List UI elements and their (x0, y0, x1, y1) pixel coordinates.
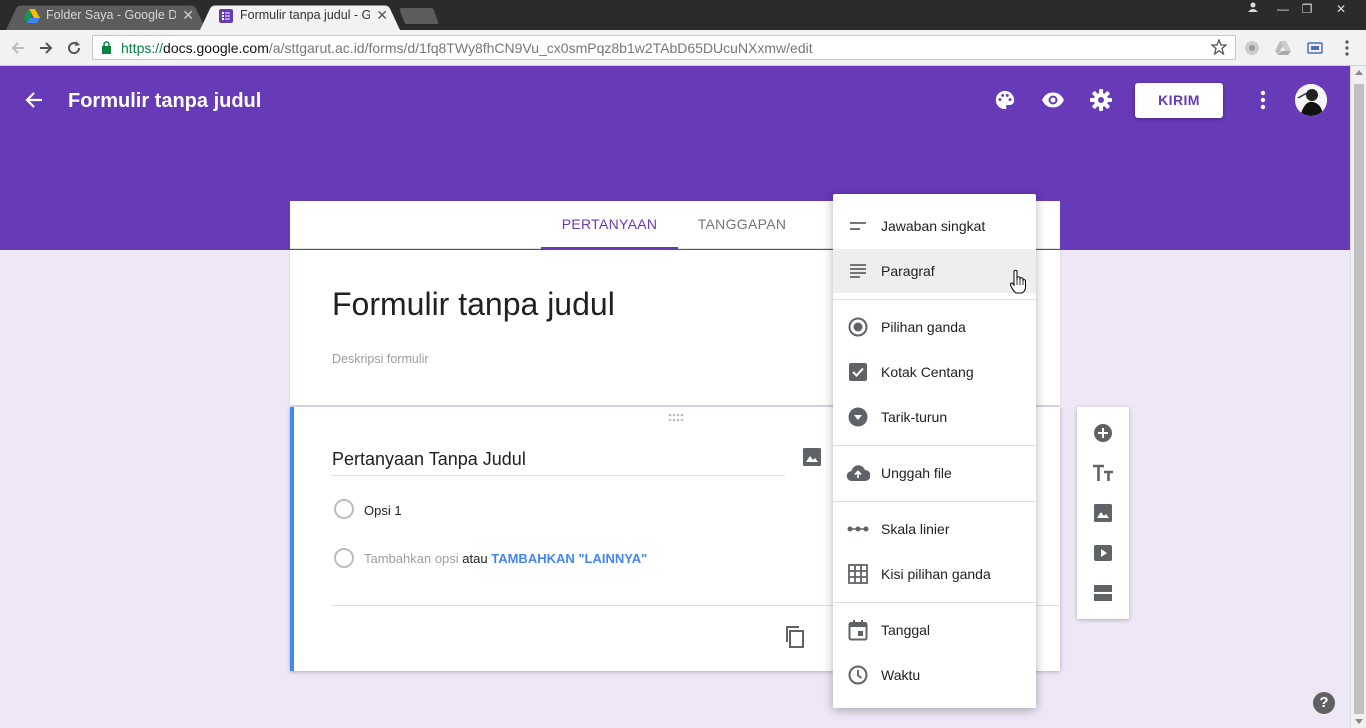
menu-item-checkboxes[interactable]: Kotak Centang (833, 350, 1036, 394)
add-title-icon[interactable] (1091, 461, 1115, 485)
add-question-icon[interactable] (1091, 421, 1115, 445)
menu-item-label: Kisi pilihan ganda (881, 566, 991, 582)
radio-option-1 (334, 499, 354, 519)
menu-item-label: Tarik-turun (881, 409, 948, 425)
avatar[interactable] (1295, 84, 1327, 116)
profile-icon[interactable] (1240, 0, 1266, 18)
browser-toolbar: https://docs.google.com/a/sttgarut.ac.id… (0, 30, 1366, 66)
settings-icon[interactable] (1087, 86, 1115, 114)
reload-icon[interactable] (62, 36, 86, 60)
url-scheme: https:// (121, 40, 164, 56)
browser-tab-forms[interactable]: Formulir tanpa judul - Go ✕ (200, 2, 400, 30)
menu-item-file-upload[interactable]: Unggah file (833, 451, 1036, 495)
menu-divider (833, 602, 1036, 603)
add-image-icon[interactable] (800, 445, 824, 469)
send-button[interactable]: KIRIM (1135, 83, 1223, 118)
page-scrollbar[interactable] (1350, 66, 1366, 728)
add-section-icon[interactable] (1091, 581, 1115, 605)
option-label[interactable]: Opsi 1 (364, 503, 402, 518)
new-tab-button[interactable] (399, 8, 439, 24)
url-path: /a/sttgarut.ac.id/forms/d/1fq8TWy8fhCN9V… (268, 40, 813, 56)
menu-item-label: Unggah file (881, 465, 952, 481)
url-host: docs.google.com (163, 40, 269, 56)
lock-icon (102, 41, 111, 54)
menu-item-label: Waktu (881, 667, 921, 683)
add-item-toolbar (1077, 407, 1129, 619)
window-close-icon[interactable]: ✕ (1328, 0, 1354, 18)
add-option-row: Tambahkan opsi atau TAMBAHKAN "LAINNYA" (364, 551, 647, 566)
restore-icon[interactable]: ❐ (1294, 0, 1320, 18)
address-bar[interactable]: https://docs.google.com/a/sttgarut.ac.id… (92, 35, 1236, 60)
add-video-icon[interactable] (1091, 541, 1115, 565)
form-title[interactable]: Formulir tanpa judul (332, 286, 615, 323)
menu-item-short-answer[interactable]: Jawaban singkat (833, 204, 1036, 248)
menu-divider (833, 299, 1036, 300)
menu-item-label: Pilihan ganda (881, 319, 966, 335)
eye-icon[interactable] (1039, 86, 1067, 114)
dropdown-icon (846, 405, 870, 429)
menu-item-paragraph[interactable]: Paragraf (833, 249, 1036, 293)
form-description-field[interactable]: Deskripsi formulir (332, 352, 429, 366)
tab-questions[interactable]: PERTANYAAN (541, 201, 678, 249)
menu-item-multiple-choice-grid[interactable]: Kisi pilihan ganda (833, 552, 1036, 596)
add-option-link[interactable]: Tambahkan opsi (364, 551, 459, 566)
hand-cursor-icon (1009, 269, 1026, 294)
browser-tab-title: Formulir tanpa judul - Go (240, 8, 370, 22)
document-title[interactable]: Formulir tanpa judul (68, 90, 261, 113)
menu-divider (833, 501, 1036, 502)
help-icon[interactable]: ? (1313, 692, 1335, 714)
radio-add-option (334, 548, 354, 568)
back-icon[interactable] (6, 36, 30, 60)
minimize-icon[interactable]: — (1270, 0, 1296, 18)
menu-item-label: Skala linier (881, 521, 950, 537)
forward-icon[interactable] (34, 36, 58, 60)
add-image-icon[interactable] (1091, 501, 1115, 525)
calendar-icon (846, 618, 870, 642)
google-forms-icon (219, 9, 233, 23)
palette-icon[interactable] (991, 86, 1019, 114)
cloud-upload-icon (846, 461, 870, 485)
clock-icon (846, 663, 870, 687)
scroll-down-icon[interactable] (1355, 719, 1363, 724)
browser-tab-drive[interactable]: Folder Saya - Google Dri ✕ (6, 2, 206, 30)
duplicate-icon[interactable] (784, 625, 806, 649)
back-arrow-icon[interactable] (22, 88, 46, 112)
menu-item-label: Paragraf (881, 263, 935, 279)
extension-icon[interactable] (1243, 39, 1261, 57)
tab-responses[interactable]: TANGGAPAN (678, 201, 806, 249)
menu-item-linear-scale[interactable]: Skala linier (833, 507, 1036, 551)
scrollbar-thumb[interactable] (1354, 84, 1364, 714)
browser-tab-strip: Folder Saya - Google Dri ✕ Formulir tanp… (0, 0, 1366, 30)
drive-extension-icon[interactable] (1274, 39, 1292, 57)
menu-item-label: Tanggal (881, 622, 931, 638)
more-vert-icon[interactable] (1249, 86, 1277, 114)
grid-icon (846, 562, 870, 586)
close-icon[interactable]: ✕ (376, 7, 388, 23)
radio-button-icon (846, 315, 870, 339)
chrome-menu-icon[interactable] (1338, 39, 1356, 57)
add-other-link[interactable]: TAMBAHKAN "LAINNYA" (491, 551, 647, 566)
menu-item-multiple-choice[interactable]: Pilihan ganda (833, 305, 1036, 349)
short-text-icon (846, 214, 870, 238)
bookmark-star-icon[interactable] (1211, 39, 1227, 55)
question-title-input[interactable]: Pertanyaan Tanpa Judul (332, 449, 785, 476)
menu-item-label: Kotak Centang (881, 364, 974, 380)
linear-scale-icon (846, 517, 870, 541)
url-text: https://docs.google.com/a/sttgarut.ac.id… (121, 40, 813, 56)
drag-handle-icon[interactable] (668, 413, 684, 423)
browser-tab-title: Folder Saya - Google Dri (46, 8, 176, 22)
or-text: atau (462, 551, 488, 566)
paragraph-icon (846, 259, 870, 283)
question-type-menu: Jawaban singkat Paragraf Pilihan ganda K… (833, 194, 1036, 708)
menu-item-date[interactable]: Tanggal (833, 608, 1036, 652)
menu-item-time[interactable]: Waktu (833, 653, 1036, 697)
google-drive-icon (24, 9, 40, 23)
scroll-up-icon[interactable] (1355, 70, 1363, 75)
menu-divider (833, 445, 1036, 446)
checkbox-icon (846, 360, 870, 384)
menu-item-label: Jawaban singkat (881, 218, 986, 234)
cast-extension-icon[interactable] (1306, 39, 1324, 57)
close-icon[interactable]: ✕ (182, 7, 194, 23)
menu-item-dropdown[interactable]: Tarik-turun (833, 395, 1036, 439)
